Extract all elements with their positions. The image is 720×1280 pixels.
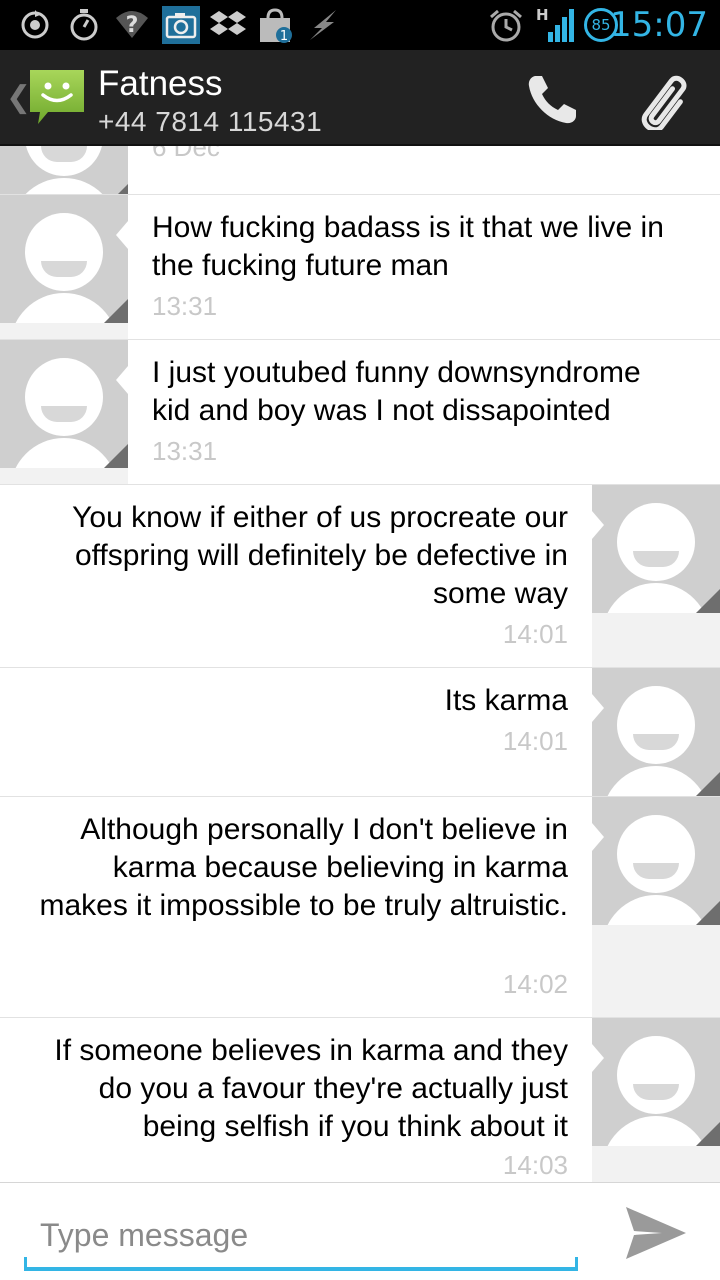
network-type: H [536, 6, 549, 24]
svg-text:1: 1 [280, 29, 288, 44]
clock: 15:07 [610, 5, 708, 45]
my-avatar[interactable] [592, 797, 720, 925]
stopwatch-icon [70, 9, 98, 41]
paperclip-icon[interactable] [634, 70, 694, 130]
message-item[interactable]: I just youtubed funny downsyndrome kid a… [0, 340, 720, 484]
contact-avatar[interactable] [0, 195, 128, 323]
sync-icon [21, 10, 49, 39]
message-input[interactable] [24, 1209, 578, 1261]
my-avatar[interactable] [592, 485, 720, 613]
compose-bar [0, 1182, 720, 1280]
message-item[interactable]: How fucking badass is it that we live in… [0, 195, 720, 339]
action-bar: ❮ Fatness +44 7814 115431 [0, 50, 720, 146]
signal-icon: H [536, 6, 574, 42]
message-time: 14:01 [502, 619, 568, 649]
message-item[interactable]: Although personally I don't believe in k… [0, 797, 720, 1017]
message-item[interactable]: 6 Dec [0, 146, 720, 208]
message-item[interactable]: Its karma 14:01 [0, 668, 720, 796]
store-update-icon: 1 [260, 8, 292, 44]
message-text: You know if either of us procreate our o… [72, 501, 568, 610]
message-text: If someone believes in karma and they do… [54, 1034, 568, 1143]
contact-number: +44 7814 115431 [98, 106, 323, 137]
conversation-list[interactable]: 6 Dec How fucking badass is it that we l… [0, 146, 720, 1182]
message-item[interactable]: You know if either of us procreate our o… [0, 485, 720, 667]
alarm-icon [490, 9, 522, 42]
camera-icon [162, 6, 200, 44]
phone-icon[interactable] [524, 72, 580, 128]
battery-level: 85 [591, 16, 611, 34]
message-text: How fucking badass is it that we live in… [152, 211, 664, 282]
message-time: 13:31 [152, 436, 218, 466]
my-avatar[interactable] [592, 668, 720, 796]
contact-avatar[interactable] [0, 340, 128, 468]
wifi-unknown-icon: ? [116, 11, 148, 38]
svg-text:?: ? [126, 13, 139, 38]
message-time: 13:31 [152, 291, 218, 321]
message-item[interactable]: If someone believes in karma and they do… [0, 1018, 720, 1182]
lightning-icon [310, 10, 336, 40]
message-text: Although personally I don't believe in k… [39, 813, 568, 922]
up-navigation[interactable]: ❮ [0, 50, 92, 146]
messaging-icon [30, 70, 84, 124]
dropbox-icon [210, 11, 246, 35]
message-time: 14:03 [502, 1150, 568, 1180]
message-time: 6 Dec [152, 146, 220, 162]
message-text: Its karma [444, 684, 568, 717]
message-time: 14:02 [502, 969, 568, 999]
message-text: I just youtubed funny downsyndrome kid a… [152, 356, 641, 427]
message-time: 14:01 [502, 726, 568, 756]
send-icon[interactable] [620, 1201, 692, 1265]
my-avatar[interactable] [592, 1018, 720, 1146]
status-bar: ? 1 H 85 15:07 [0, 0, 720, 50]
contact-name: Fatness [98, 64, 223, 103]
input-underline [24, 1267, 578, 1271]
